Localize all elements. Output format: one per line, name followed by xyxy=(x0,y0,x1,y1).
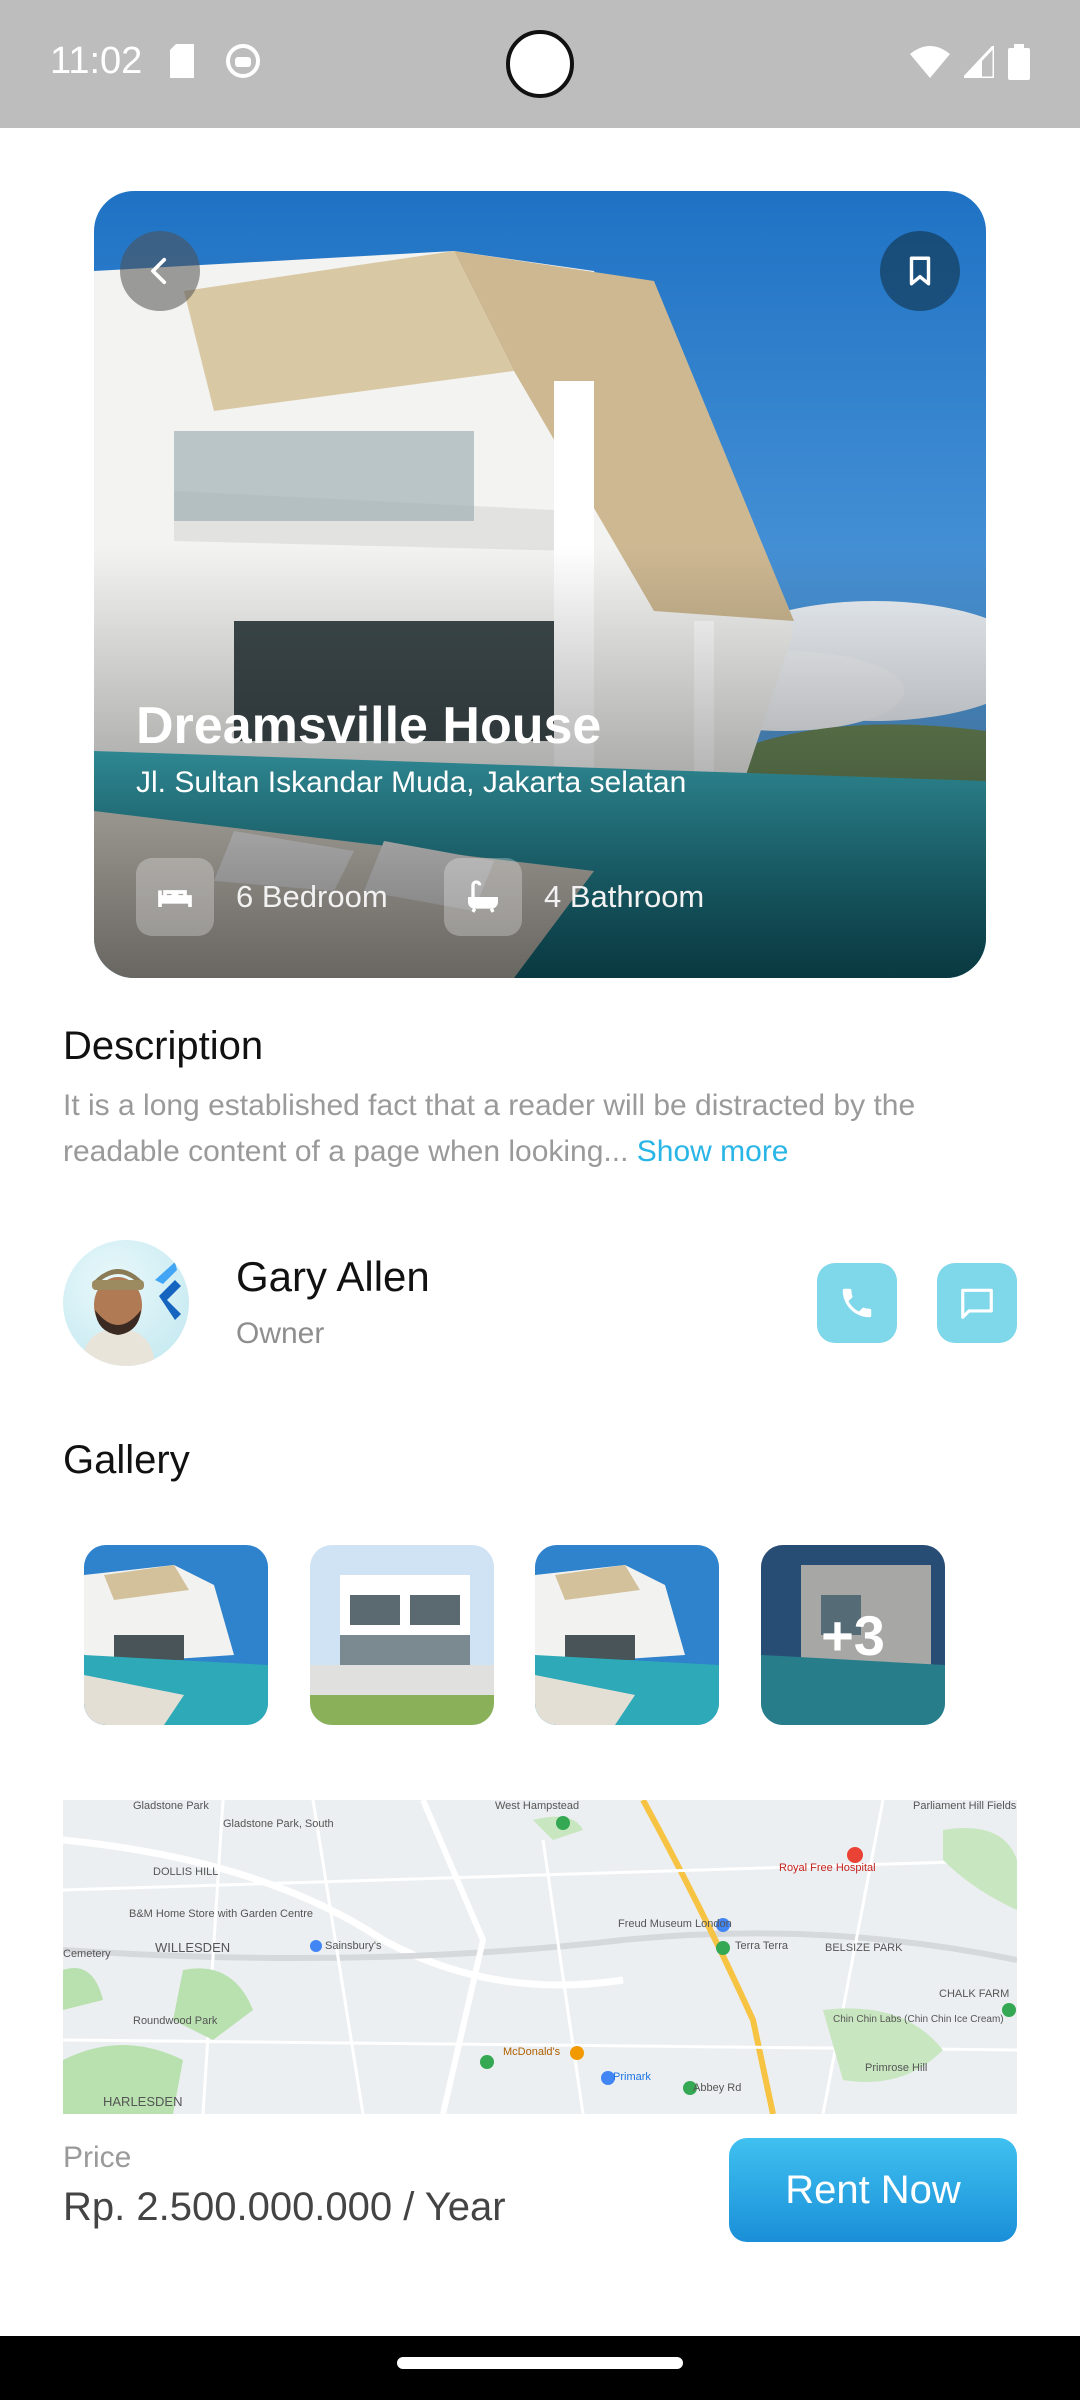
map-label: BELSIZE PARK xyxy=(825,1942,903,1954)
android-debug-icon xyxy=(226,44,260,78)
bathroom-label: 4 Bathroom xyxy=(544,879,705,914)
bookmark-icon xyxy=(909,256,931,286)
bedroom-label: 6 Bedroom xyxy=(236,879,388,914)
gallery-heading: Gallery xyxy=(63,1438,190,1482)
status-time: 11:02 xyxy=(50,40,143,82)
map-label: Gladstone Park, South xyxy=(223,1818,334,1830)
description-text: It is a long established fact that a rea… xyxy=(63,1083,1023,1175)
gallery-more-thumbnail[interactable]: +3 xyxy=(761,1545,945,1725)
status-bar: 11:02 xyxy=(0,0,1080,128)
gallery-photo xyxy=(310,1545,494,1725)
map-label: Freud Museum London xyxy=(618,1918,732,1930)
wifi-icon xyxy=(910,46,950,78)
map-label: Primark xyxy=(613,2071,651,2083)
hero-card[interactable]: Dreamsville House Jl. Sultan Iskandar Mu… xyxy=(94,191,986,978)
map-label: Abbey Rd xyxy=(693,2082,742,2094)
owner-photo xyxy=(81,1262,181,1366)
description-heading: Description xyxy=(63,1024,264,1068)
call-button[interactable] xyxy=(817,1263,897,1343)
rent-now-button[interactable]: Rent Now xyxy=(729,2138,1017,2242)
owner-role: Owner xyxy=(236,1317,325,1350)
chevron-left-icon xyxy=(151,257,167,285)
status-icons xyxy=(910,44,1030,80)
map-label: Cemetery xyxy=(63,1948,111,1960)
owner-name: Gary Allen xyxy=(236,1253,430,1300)
camera-cutout xyxy=(506,30,574,98)
gallery-thumbnail[interactable] xyxy=(535,1545,719,1725)
price-label: Price xyxy=(63,2141,132,2174)
battery-icon xyxy=(1008,44,1030,80)
back-button[interactable] xyxy=(120,231,200,311)
bathtub-icon xyxy=(444,858,522,936)
gallery-thumbnail[interactable] xyxy=(84,1545,268,1725)
map-label: B&M Home Store with Garden Centre xyxy=(129,1908,314,1920)
gallery-photo xyxy=(535,1545,719,1725)
map-label: DOLLIS HILL xyxy=(153,1866,219,1878)
bedroom-feature: 6 Bedroom xyxy=(136,858,388,936)
phone-icon xyxy=(842,1288,872,1318)
chat-icon xyxy=(961,1288,993,1319)
map-label: Parliament Hill Fields Lido xyxy=(913,1800,1017,1812)
location-map[interactable]: Gladstone Park Gladstone Park, South Wes… xyxy=(63,1800,1017,2114)
map-label: Royal Free Hospital xyxy=(779,1862,876,1874)
map-label: HARLESDEN xyxy=(103,2094,183,2109)
map-label: West Hampstead xyxy=(495,1800,580,1812)
map-label: WILLESDEN xyxy=(155,1940,231,1955)
home-indicator[interactable] xyxy=(397,2357,683,2369)
map-label: Roundwood Park xyxy=(133,2015,218,2027)
gallery-more-count: +3 xyxy=(761,1545,945,1725)
bookmark-button[interactable] xyxy=(880,231,960,311)
map-label: Chin Chin Labs (Chin Chin Ice Cream) xyxy=(833,2014,1004,2025)
price-value: Rp. 2.500.000.000 / Year xyxy=(63,2185,506,2229)
property-title: Dreamsville House xyxy=(136,697,602,755)
show-more-link[interactable]: Show more xyxy=(637,1135,789,1168)
sd-card-icon xyxy=(170,44,194,78)
bathroom-feature: 4 Bathroom xyxy=(444,858,704,936)
property-address: Jl. Sultan Iskandar Muda, Jakarta selata… xyxy=(136,766,687,799)
gallery-photo xyxy=(84,1545,268,1725)
bed-icon xyxy=(136,858,214,936)
avatar[interactable] xyxy=(63,1240,189,1366)
map-label: CHALK FARM xyxy=(939,1988,1010,2000)
signal-icon xyxy=(964,46,994,78)
map-label: Primrose Hill xyxy=(865,2062,928,2074)
gallery-thumbnail[interactable] xyxy=(310,1545,494,1725)
map-label: Terra Terra xyxy=(735,1940,788,1952)
map-label: Sainsbury's xyxy=(325,1940,382,1952)
map-label: McDonald's xyxy=(503,2046,561,2058)
map-label: Gladstone Park xyxy=(133,1800,209,1812)
message-button[interactable] xyxy=(937,1263,1017,1343)
